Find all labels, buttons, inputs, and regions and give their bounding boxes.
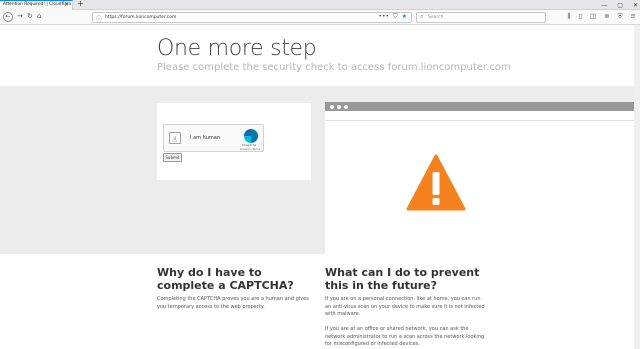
nav-bar: ← → ↻ ⌂ ⓘ https://forum.lioncomputer.com… xyxy=(0,10,640,25)
warning-icon xyxy=(406,154,466,211)
search-input[interactable]: Search xyxy=(428,15,443,20)
captcha-label: I am human xyxy=(190,135,221,141)
why-title: Why do I have to complete a CAPTCHA? xyxy=(157,266,294,292)
tab-bar: Attention Required! | Cloudflare × + — ▢… xyxy=(0,0,640,10)
captcha-card: ☝ I am human hCaptcha Privacy - Terms Su… xyxy=(157,103,311,180)
prevent-body-1: If you are on a personal connection, lik… xyxy=(325,296,485,317)
browser-illustration xyxy=(325,102,640,254)
hcaptcha-widget: ☝ I am human hCaptcha Privacy - Terms xyxy=(163,124,264,152)
toolbar-icons: ⫼ ▯ ◫ ⊚ ⛨ ≡ xyxy=(567,12,636,21)
back-button[interactable]: ← xyxy=(3,12,13,22)
minimize-icon[interactable]: — xyxy=(601,2,607,9)
window-controls: — ▢ ✕ xyxy=(601,0,638,10)
menu-icon[interactable]: ≡ xyxy=(631,12,636,21)
forward-icon[interactable]: → xyxy=(17,12,23,20)
warning-bar xyxy=(432,172,440,195)
illustration-dot xyxy=(330,105,334,109)
url-actions: ••• ⛉ ★ xyxy=(378,13,407,21)
url-bar[interactable]: ⓘ https://forum.lioncomputer.com ••• ⛉ ★ xyxy=(92,12,412,23)
page-title: One more step xyxy=(157,36,317,61)
prevent-body-2: If you are at an office or shared networ… xyxy=(325,326,485,347)
hcaptcha-links[interactable]: Privacy - Terms xyxy=(240,147,260,151)
page-actions-icon[interactable]: ••• xyxy=(378,13,389,21)
hcaptcha-logo-icon xyxy=(244,129,258,143)
prevent-title: What can I do to prevent this in the fut… xyxy=(325,266,480,292)
illustration-address-bar xyxy=(325,112,640,121)
shield-icon[interactable]: ⛨ xyxy=(618,12,623,21)
close-tab-icon[interactable]: × xyxy=(64,1,69,8)
search-icon: ⌕ xyxy=(420,13,424,20)
search-bar[interactable]: ⌕ Search xyxy=(416,12,546,23)
info-icon[interactable]: ⓘ xyxy=(96,14,102,23)
maximize-icon[interactable]: ▢ xyxy=(617,2,623,9)
close-window-icon[interactable]: ✕ xyxy=(633,2,638,9)
submit-button[interactable]: Submit xyxy=(163,153,182,162)
url-text[interactable]: https://forum.lioncomputer.com xyxy=(105,15,176,20)
extension-icon[interactable]: ⊚ xyxy=(604,12,609,21)
bookmark-star-icon[interactable]: ★ xyxy=(402,13,407,21)
warning-dot xyxy=(432,198,440,205)
illustration-dot xyxy=(337,105,341,109)
pocket-icon[interactable]: ⛉ xyxy=(393,13,398,21)
home-icon[interactable]: ⌂ xyxy=(37,12,41,20)
why-body: Completing the CAPTCHA proves you are a … xyxy=(157,296,309,310)
sidebar-icon[interactable]: ▯ xyxy=(578,12,582,21)
library-icon[interactable]: ⫼ xyxy=(567,12,570,21)
tab-title: Attention Required! | Cloudflare xyxy=(3,2,72,7)
reload-icon[interactable]: ↻ xyxy=(27,12,33,20)
page-scrollbar[interactable] xyxy=(634,25,640,349)
new-tab-button[interactable]: + xyxy=(77,0,84,8)
screenshot-icon[interactable]: ◫ xyxy=(590,12,596,21)
cursor-icon: ☝ xyxy=(172,135,177,144)
illustration-titlebar xyxy=(325,102,640,111)
illustration-dot xyxy=(344,105,348,109)
page-subtitle: Please complete the security check to ac… xyxy=(157,62,511,73)
browser-tab[interactable]: Attention Required! | Cloudflare × xyxy=(0,0,73,10)
